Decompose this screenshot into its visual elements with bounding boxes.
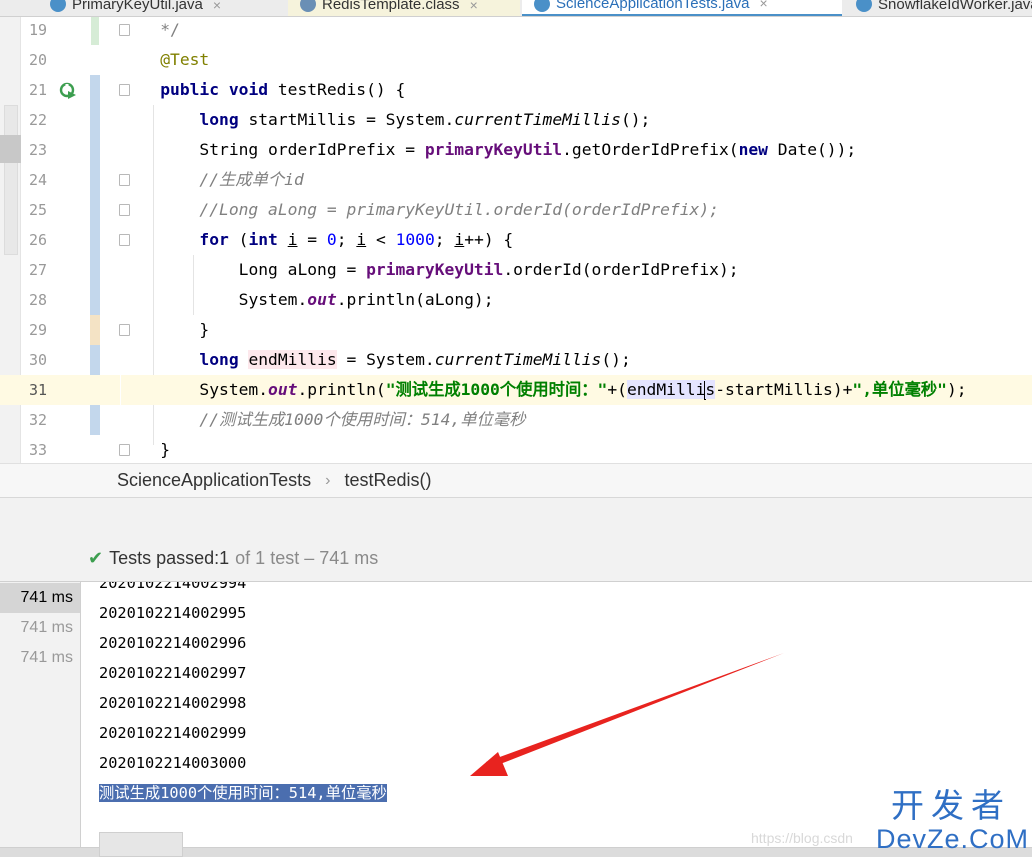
annotation-arrow xyxy=(470,653,784,776)
